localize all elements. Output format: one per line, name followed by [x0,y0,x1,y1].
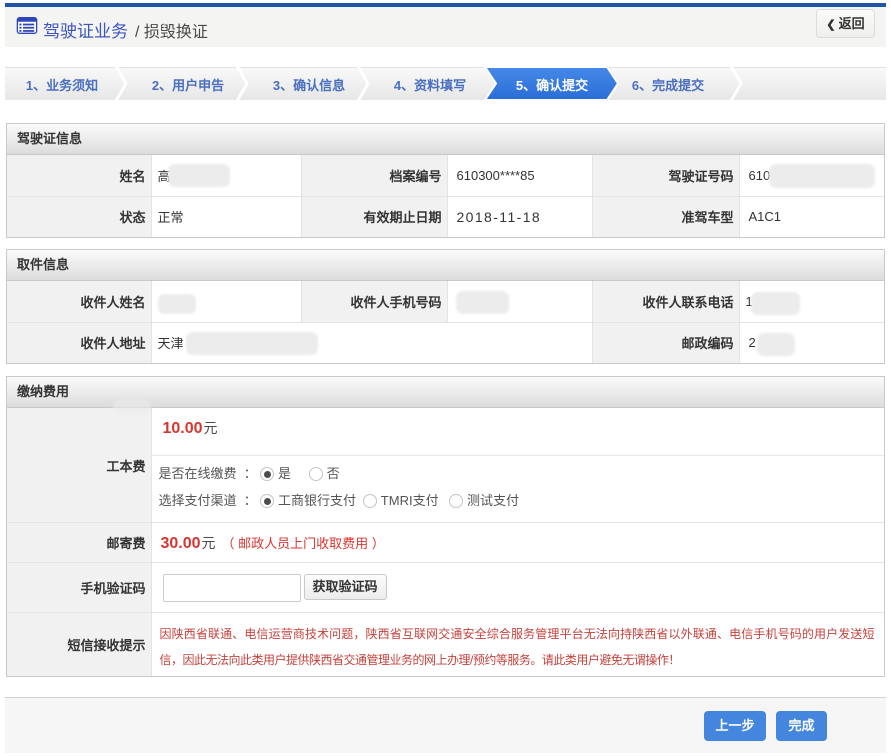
svg-text:4、资料填写: 4、资料填写 [394,78,466,93]
svg-text:3、确认信息: 3、确认信息 [273,78,345,93]
svg-text:5、确认提交: 5、确认提交 [516,78,588,93]
svg-text:6、完成提交: 6、完成提交 [632,78,704,93]
svg-text:1、业务须知: 1、业务须知 [26,78,98,93]
svg-text:2、用户申告: 2、用户申告 [152,78,224,93]
